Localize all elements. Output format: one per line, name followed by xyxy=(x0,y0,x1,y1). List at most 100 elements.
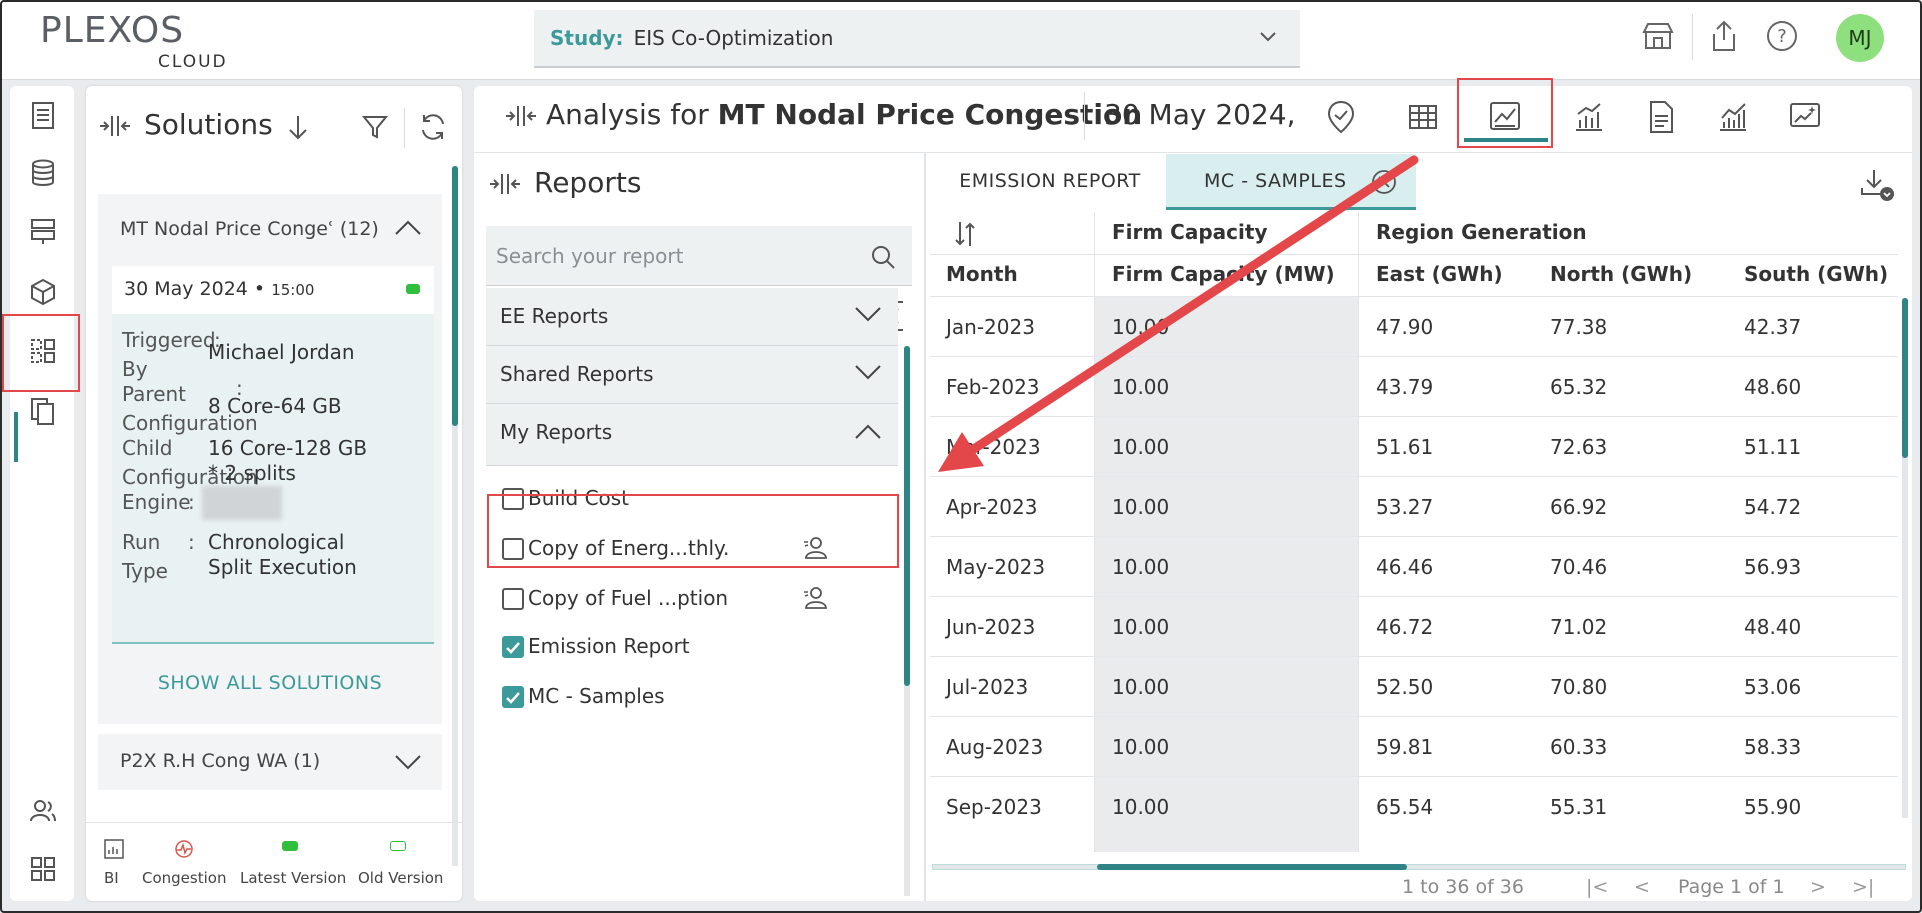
toolbar-divider xyxy=(404,108,405,148)
chevron-up-icon[interactable] xyxy=(394,218,422,236)
table-row[interactable]: Apr-2023 10.00 53.27 66.92 54.72 xyxy=(930,476,1898,536)
table-row[interactable]: Mar-2023 10.00 51.61 72.63 51.11 xyxy=(930,416,1898,476)
report-item-mc-samples[interactable]: MC - Samples xyxy=(502,684,665,708)
apps-grid-icon[interactable] xyxy=(28,854,58,884)
solution-run-row[interactable]: 30 May 2024 • 15:00 xyxy=(112,266,434,314)
study-value: EIS Co-Optimization xyxy=(633,26,834,50)
table-row[interactable]: Jun-2023 10.00 46.72 71.02 48.40 xyxy=(930,596,1898,656)
download-icon[interactable] xyxy=(1858,166,1896,204)
filter-icon[interactable] xyxy=(362,114,388,140)
kv-colon: : xyxy=(188,490,195,514)
run-type-value-2: Split Execution xyxy=(208,555,357,579)
documents-icon[interactable] xyxy=(28,396,58,426)
report-item-emission[interactable]: Emission Report xyxy=(502,634,690,658)
line-chart-icon[interactable] xyxy=(1714,98,1752,136)
table-cell: 10.00 xyxy=(1112,555,1170,579)
cube-icon[interactable] xyxy=(28,276,58,306)
run-time: 15:00 xyxy=(271,281,315,299)
report-group-mine[interactable]: My Reports xyxy=(486,404,898,466)
table-row[interactable]: Sep-2023 10.00 65.54 55.31 55.90 xyxy=(930,776,1898,836)
checkbox[interactable] xyxy=(502,588,524,610)
report-group-shared[interactable]: Shared Reports xyxy=(486,346,898,404)
table-vertical-scrollbar[interactable] xyxy=(1902,298,1908,818)
ai-chart-icon[interactable] xyxy=(1786,98,1824,136)
table-row[interactable]: Aug-2023 10.00 59.81 60.33 58.33 xyxy=(930,716,1898,776)
prev-page-icon[interactable]: < xyxy=(1634,876,1650,898)
share-icon[interactable] xyxy=(1708,18,1740,54)
users-icon[interactable] xyxy=(28,796,58,826)
annotation-highlight-rail xyxy=(2,314,80,392)
run-type-label: Run Type xyxy=(122,530,168,583)
table-horizontal-scrollbar[interactable] xyxy=(932,864,1906,870)
analysis-title: Analysis for MT Nodal Price Congestion xyxy=(546,98,1142,131)
chevron-down-icon[interactable] xyxy=(394,754,422,772)
help-icon[interactable]: ? xyxy=(1764,18,1800,54)
refresh-icon[interactable] xyxy=(418,112,448,142)
column-header[interactable]: South (GWh) xyxy=(1744,254,1888,296)
table-icon[interactable] xyxy=(1404,98,1442,136)
collapse-panel-icon[interactable] xyxy=(98,114,132,138)
table-cell: 43.79 xyxy=(1376,375,1434,399)
close-tab-icon[interactable] xyxy=(1370,168,1398,196)
solution-card[interactable]: MT Nodal Price Congeʿ (12) 30 May 2024 •… xyxy=(98,194,442,724)
study-selector[interactable]: Study: EIS Co-Optimization xyxy=(534,10,1300,68)
column-header[interactable]: Month xyxy=(946,254,1018,296)
table-cell: Sep-2023 xyxy=(946,795,1042,819)
svg-text:?: ? xyxy=(1777,26,1787,47)
column-header[interactable]: North (GWh) xyxy=(1550,254,1692,296)
server-icon[interactable] xyxy=(28,216,58,246)
checkbox-checked[interactable] xyxy=(502,686,524,708)
check-icon xyxy=(506,692,520,704)
verified-icon[interactable] xyxy=(1322,98,1360,136)
triggered-by-value: Michael Jordan xyxy=(208,340,355,364)
header-divider xyxy=(1692,14,1693,60)
avatar[interactable]: MJ xyxy=(1836,14,1884,62)
swap-axis-icon[interactable] xyxy=(952,218,978,250)
solution-card-collapsed[interactable]: P2X R.H Cong WA (1) xyxy=(98,734,442,790)
column-header[interactable]: Firm Capacity (MW) xyxy=(1112,254,1335,296)
table-row[interactable]: Jan-2023 10.00 47.90 77.38 42.37 xyxy=(930,296,1898,356)
table-cell: May-2023 xyxy=(946,555,1046,579)
legend-bi: BI xyxy=(104,869,119,887)
search-icon[interactable] xyxy=(870,244,896,270)
pager-range: 1 to 36 of 36 xyxy=(1402,876,1524,898)
last-page-icon[interactable]: >| xyxy=(1852,876,1874,898)
tab-emission-report[interactable]: EMISSION REPORT xyxy=(940,154,1160,210)
column-header[interactable]: East (GWh) xyxy=(1376,254,1503,296)
table-row[interactable]: May-2023 10.00 46.46 70.46 56.93 xyxy=(930,536,1898,596)
report-item-copy-fuel[interactable]: Copy of Fuel ...ption xyxy=(502,586,828,610)
report-group-label: My Reports xyxy=(500,420,613,444)
table-cell: 46.46 xyxy=(1376,555,1434,579)
checkbox-checked[interactable] xyxy=(502,636,524,658)
database-icon[interactable] xyxy=(28,158,58,188)
first-page-icon[interactable]: |< xyxy=(1586,876,1608,898)
solution-details[interactable]: 30 May 2024 • 15:00 Triggered By : Micha… xyxy=(112,266,434,644)
report-group-label: EE Reports xyxy=(500,304,609,328)
old-version-swatch xyxy=(390,841,406,851)
bar-chart-icon[interactable] xyxy=(1570,98,1608,136)
table-cell: 46.72 xyxy=(1376,615,1434,639)
table-cell: Jun-2023 xyxy=(946,615,1036,639)
table-row[interactable]: Jul-2023 10.00 52.50 70.80 53.06 xyxy=(930,656,1898,716)
reports-scrollbar[interactable] xyxy=(904,346,910,896)
store-icon[interactable] xyxy=(1640,18,1676,54)
show-all-solutions-link[interactable]: SHOW ALL SOLUTIONS xyxy=(98,672,442,694)
table-cell: 56.93 xyxy=(1744,555,1802,579)
toolbar-divider xyxy=(474,152,1912,153)
next-page-icon[interactable]: > xyxy=(1810,876,1826,898)
notebook-icon[interactable] xyxy=(28,100,58,130)
table-cell: Aug-2023 xyxy=(946,735,1044,759)
document-icon[interactable] xyxy=(1642,98,1680,136)
legend-old-version: Old Version xyxy=(358,869,444,887)
plexos-logo[interactable]: PLEXOS CLOUD xyxy=(40,12,226,73)
report-search-input[interactable]: Search your report xyxy=(486,226,912,286)
sort-down-icon[interactable] xyxy=(286,114,310,142)
report-group-ee[interactable]: EE Reports xyxy=(486,288,898,346)
collapse-panel-icon[interactable] xyxy=(504,104,538,128)
tab-mc-samples[interactable]: MC - SAMPLES xyxy=(1166,154,1416,210)
table-row[interactable]: Feb-2023 10.00 43.79 65.32 48.60 xyxy=(930,356,1898,416)
collapse-panel-icon[interactable] xyxy=(488,172,522,196)
solutions-scrollbar[interactable] xyxy=(452,166,458,866)
legend-congestion: Congestion xyxy=(142,869,227,887)
chevron-up-icon xyxy=(855,424,881,439)
